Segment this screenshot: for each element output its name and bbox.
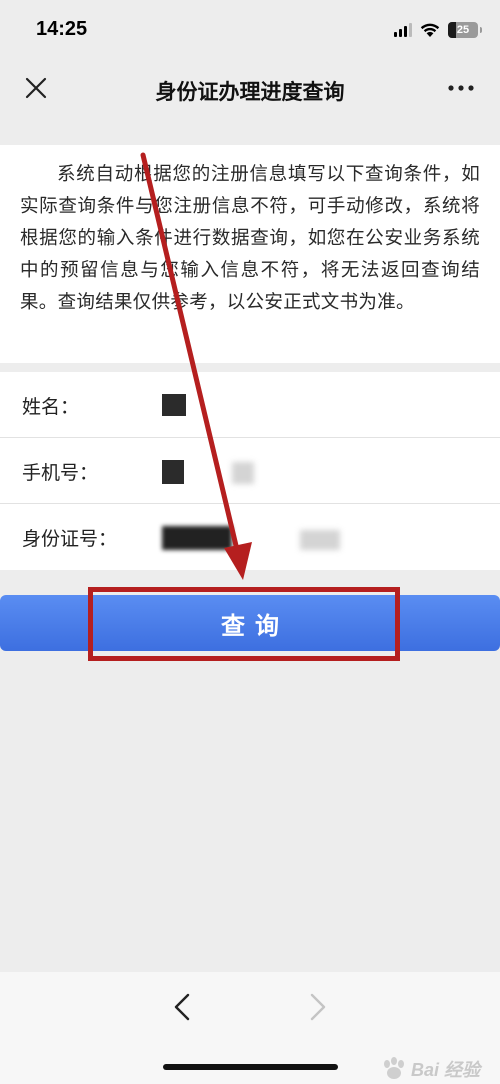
notice-panel: 系统自动根据您的注册信息填写以下查询条件，如实际查询条件与您注册信息不符，可手动… (0, 145, 500, 363)
battery-fill (448, 22, 456, 38)
notice-text: 系统自动根据您的注册信息填写以下查询条件，如实际查询条件与您注册信息不符，可手动… (20, 164, 480, 313)
paw-icon (383, 1057, 404, 1079)
query-form: 姓名： 手机号： 身份证号： (0, 372, 500, 570)
phone-redacted-value (162, 460, 184, 484)
query-button-label: 查询 (221, 612, 289, 640)
page-title: 身份证办理进度查询 (155, 80, 345, 104)
watermark: Bai 经验 (381, 1056, 480, 1082)
status-bar: 14:25 25 (0, 0, 500, 60)
phone-label: 手机号： (22, 462, 99, 484)
id-label: 身份证号： (22, 528, 118, 550)
status-time: 14:25 (36, 18, 88, 40)
name-redacted-value (162, 394, 186, 416)
phone-row[interactable]: 手机号： (0, 438, 500, 504)
name-row[interactable]: 姓名： (0, 372, 500, 438)
battery-level: 25 (456, 24, 470, 36)
more-icon[interactable] (446, 78, 476, 98)
query-button[interactable]: 查询 (0, 595, 500, 651)
back-icon[interactable] (168, 992, 196, 1022)
id-redacted-value (162, 526, 232, 550)
nav-bar: 身份证办理进度查询 (0, 60, 500, 116)
phone-redacted-value-blur (232, 462, 254, 484)
watermark-text: Bai 经验 (410, 1060, 480, 1080)
signal-icon (394, 23, 412, 37)
bottom-bar: Bai 经验 (0, 972, 500, 1084)
id-redacted-value-blur (300, 530, 340, 550)
forward-icon (310, 993, 326, 1021)
name-label: 姓名： (22, 396, 80, 418)
home-indicator[interactable] (163, 1064, 338, 1070)
status-icons: 25 (394, 20, 482, 40)
battery-icon: 25 (448, 22, 482, 38)
wifi-icon (420, 23, 440, 37)
id-row[interactable]: 身份证号： (0, 504, 500, 570)
